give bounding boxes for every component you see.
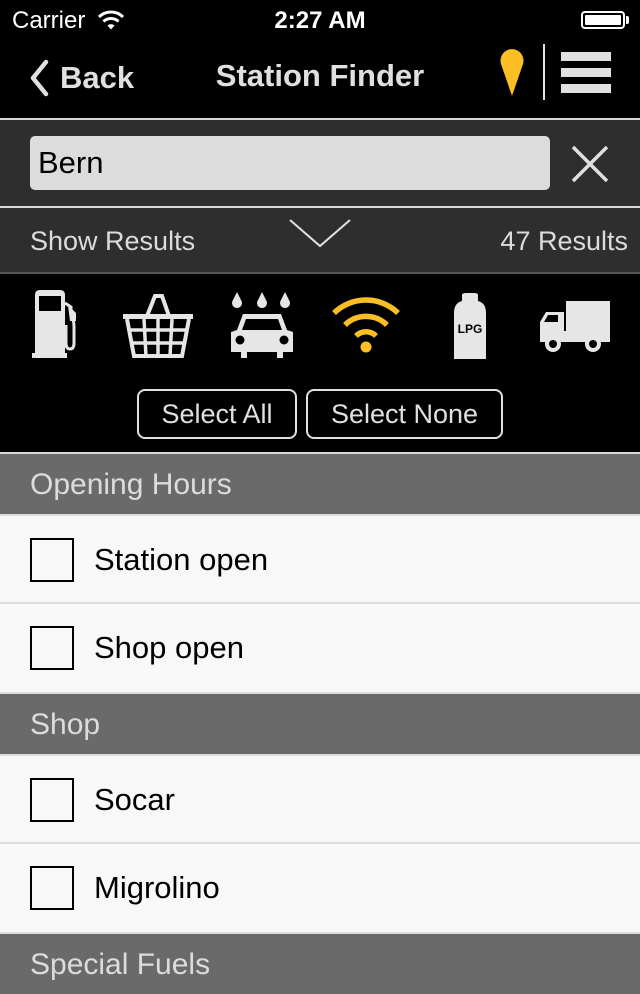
section-header-special-fuels: Special Fuels	[0, 934, 640, 994]
search-input[interactable]	[30, 136, 550, 190]
lpg-icon[interactable]: LPG	[452, 293, 488, 359]
checkbox-label: Station open	[94, 542, 269, 577]
fuel-pump-icon[interactable]	[30, 289, 82, 359]
car-wash-icon[interactable]	[227, 290, 297, 360]
select-none-button[interactable]: Select None	[306, 389, 503, 439]
battery-icon	[581, 11, 625, 29]
section-header-shop: Shop	[0, 694, 640, 754]
truck-icon[interactable]	[538, 300, 612, 354]
show-results-toggle[interactable]: Show Results	[30, 226, 195, 257]
nav-divider	[543, 44, 545, 100]
hamburger-menu-icon[interactable]	[561, 52, 611, 94]
checkbox[interactable]	[30, 626, 74, 670]
chevron-left-icon	[30, 59, 49, 97]
checkbox[interactable]	[30, 778, 74, 822]
lpg-text: LPG	[458, 322, 483, 336]
wifi-icon[interactable]	[330, 296, 402, 354]
close-icon[interactable]	[568, 142, 612, 186]
map-pin-icon[interactable]	[497, 48, 527, 98]
checkbox-label: Migrolino	[94, 870, 220, 905]
battery-tip	[626, 16, 629, 24]
menu-bar	[561, 68, 611, 77]
select-all-button[interactable]: Select All	[137, 389, 297, 439]
chevron-down-icon[interactable]	[288, 218, 352, 250]
checkbox-label: Socar	[94, 782, 175, 817]
results-count: 47 Results	[500, 226, 628, 256]
checkbox[interactable]	[30, 538, 74, 582]
filter-panel: LPG Select All Select None	[0, 274, 640, 452]
results-bar: Show Results 47 Results	[0, 208, 640, 272]
status-time: 2:27 AM	[274, 7, 366, 34]
section-header-opening-hours: Opening Hours	[0, 454, 640, 514]
menu-bar	[561, 84, 611, 93]
checkbox-label: Shop open	[94, 630, 244, 665]
checkbox-row-station-open[interactable]: Station open	[0, 516, 640, 604]
back-label: Back	[60, 60, 135, 95]
checkbox-row-shop-open[interactable]: Shop open	[0, 604, 640, 692]
back-button[interactable]: Back	[28, 56, 134, 100]
checkbox[interactable]	[30, 866, 74, 910]
search-bar	[0, 120, 640, 206]
menu-bar	[561, 52, 611, 61]
navigation-bar: Back Station Finder	[0, 40, 640, 118]
checkbox-row-socar[interactable]: Socar	[0, 756, 640, 844]
checkbox-row-migrolino[interactable]: Migrolino	[0, 844, 640, 932]
status-bar: Carrier 2:27 AM	[0, 0, 640, 40]
shopping-basket-icon[interactable]	[122, 292, 194, 358]
